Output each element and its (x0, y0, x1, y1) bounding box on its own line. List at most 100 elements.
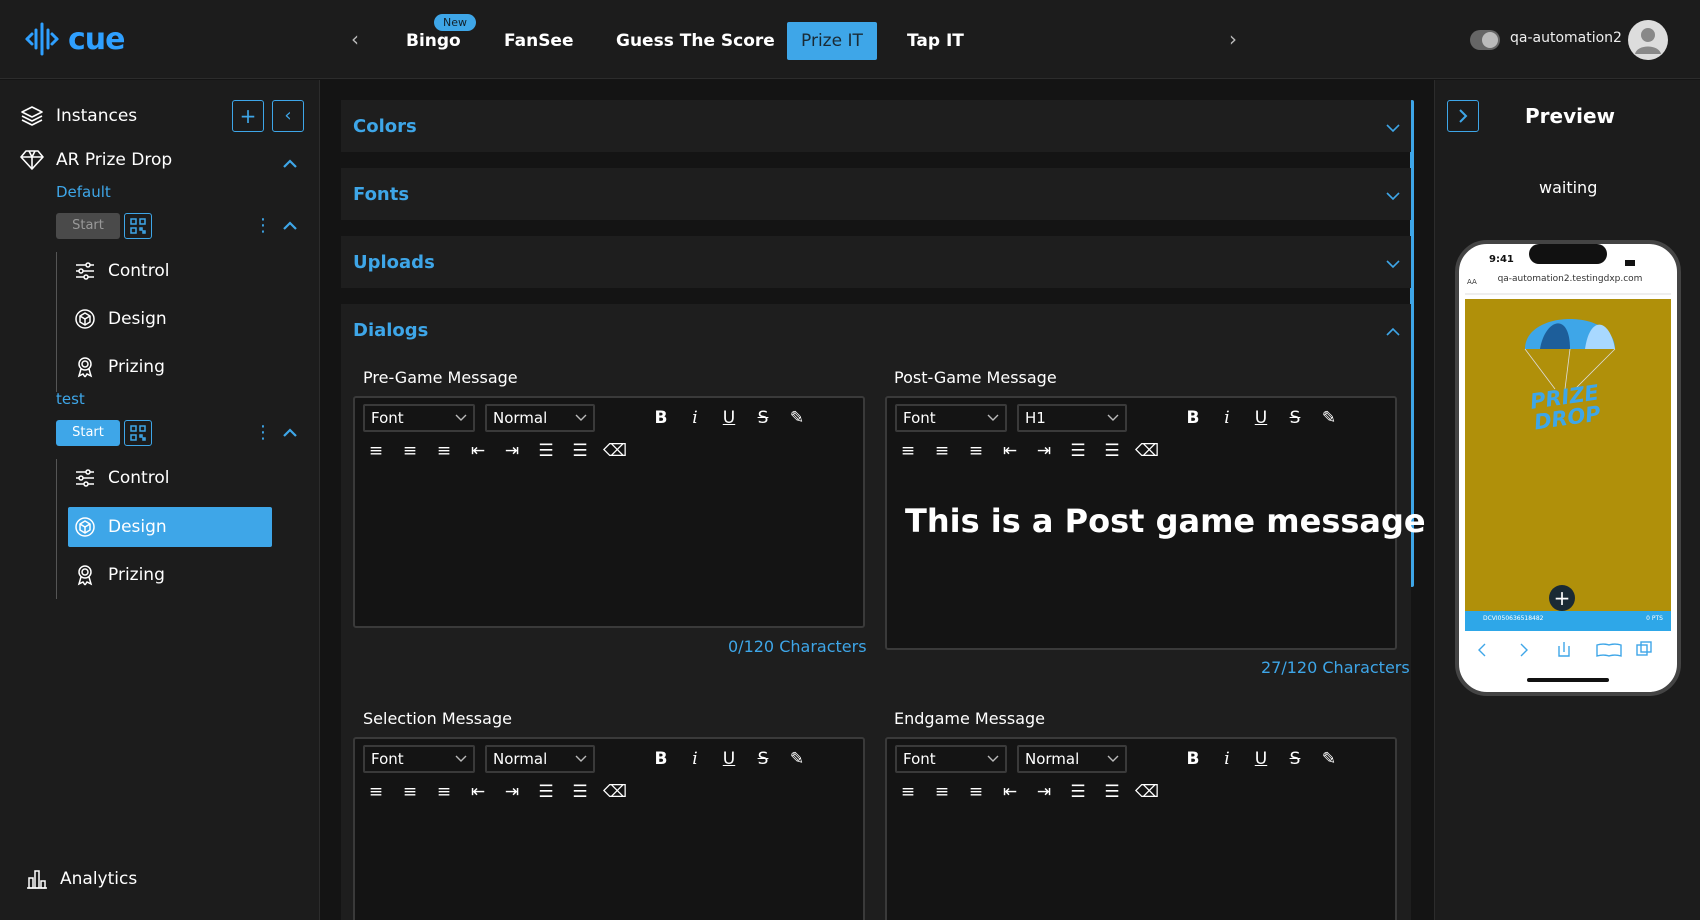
avatar[interactable] (1628, 20, 1668, 60)
size-select[interactable]: Normal (485, 745, 595, 773)
collapse-sidebar-button[interactable]: ‹ (272, 100, 304, 132)
post-game-message-text[interactable]: This is a Post game message (905, 502, 1426, 540)
align-right-icon[interactable]: ≡ (433, 440, 455, 462)
menu-item-design[interactable]: Design (68, 507, 272, 547)
bullet-list-icon[interactable]: ☰ (1101, 440, 1123, 462)
analytics-link[interactable]: Analytics (26, 868, 137, 890)
indent-icon[interactable]: ⇥ (1033, 781, 1055, 803)
strikethrough-icon[interactable]: S (752, 748, 774, 770)
outdent-icon[interactable]: ⇤ (467, 781, 489, 803)
start-button-default[interactable]: Start (56, 213, 120, 239)
align-center-icon[interactable]: ≡ (399, 781, 421, 803)
highlighter-icon[interactable]: ✎ (786, 748, 808, 770)
font-select[interactable]: Font (895, 745, 1007, 773)
align-left-icon[interactable]: ≡ (365, 440, 387, 462)
chevron-up-icon[interactable] (1385, 324, 1401, 340)
ordered-list-icon[interactable]: ☰ (1067, 440, 1089, 462)
section-fonts[interactable]: Fonts (341, 168, 1411, 220)
eraser-icon[interactable]: ⌫ (603, 781, 627, 803)
italic-icon[interactable]: i (1216, 407, 1238, 429)
strikethrough-icon[interactable]: S (1284, 407, 1306, 429)
game-row[interactable]: AR Prize Drop (20, 149, 172, 171)
menu-item-prizing[interactable]: Prizing (68, 555, 272, 595)
underline-icon[interactable]: U (718, 407, 740, 429)
expand-preview-button[interactable] (1447, 100, 1479, 132)
tab-guess-the-score[interactable]: Guess The Score (602, 22, 789, 60)
eraser-icon[interactable]: ⌫ (603, 440, 627, 462)
tab-bingo[interactable]: Bingo (392, 22, 475, 60)
bullet-list-icon[interactable]: ☰ (569, 440, 591, 462)
size-select[interactable]: H1 (1017, 404, 1127, 432)
nav-prev-arrow-icon[interactable]: ‹ (342, 26, 368, 52)
align-right-icon[interactable]: ≡ (433, 781, 455, 803)
highlighter-icon[interactable]: ✎ (1318, 407, 1340, 429)
tab-prize-it[interactable]: Prize IT (787, 22, 877, 60)
instance-name-test[interactable]: test (56, 390, 85, 408)
start-button-test[interactable]: Start (56, 420, 120, 446)
align-right-icon[interactable]: ≡ (965, 781, 987, 803)
add-instance-button[interactable]: + (232, 100, 264, 132)
tab-fansee[interactable]: FanSee (490, 22, 588, 60)
instance-name-default[interactable]: Default (56, 183, 111, 201)
bold-icon[interactable]: B (650, 748, 672, 770)
tab-tap-it[interactable]: Tap IT (893, 22, 978, 60)
bold-icon[interactable]: B (1182, 748, 1204, 770)
section-colors[interactable]: Colors (341, 100, 1411, 152)
qr-code-button-default[interactable] (124, 213, 152, 239)
section-title[interactable]: Dialogs (353, 320, 428, 341)
bullet-list-icon[interactable]: ☰ (1101, 781, 1123, 803)
bold-icon[interactable]: B (650, 407, 672, 429)
menu-item-prizing[interactable]: Prizing (68, 347, 272, 387)
highlighter-icon[interactable]: ✎ (786, 407, 808, 429)
align-left-icon[interactable]: ≡ (897, 440, 919, 462)
qr-code-button-test[interactable] (124, 420, 152, 446)
outdent-icon[interactable]: ⇤ (999, 440, 1021, 462)
theme-toggle[interactable] (1470, 30, 1500, 50)
align-center-icon[interactable]: ≡ (931, 440, 953, 462)
font-select[interactable]: Font (363, 745, 475, 773)
indent-icon[interactable]: ⇥ (501, 781, 523, 803)
menu-item-control[interactable]: Control (68, 251, 272, 291)
italic-icon[interactable]: i (684, 407, 706, 429)
font-select[interactable]: Font (895, 404, 1007, 432)
outdent-icon[interactable]: ⇤ (999, 781, 1021, 803)
cue-logo[interactable]: cue (24, 20, 125, 58)
more-options-icon[interactable]: ⋮ (254, 423, 272, 443)
ordered-list-icon[interactable]: ☰ (535, 440, 557, 462)
pre-game-editor[interactable]: Font Normal B i U S ✎ ≡ ≡ ≡ ⇤ ⇥ ☰ ☰ ⌫ (353, 396, 865, 628)
section-uploads[interactable]: Uploads (341, 236, 1411, 288)
chevron-up-icon[interactable] (280, 154, 300, 174)
more-options-icon[interactable]: ⋮ (254, 216, 272, 236)
size-select[interactable]: Normal (1017, 745, 1127, 773)
align-right-icon[interactable]: ≡ (965, 440, 987, 462)
italic-icon[interactable]: i (1216, 748, 1238, 770)
indent-icon[interactable]: ⇥ (501, 440, 523, 462)
chevron-up-icon[interactable] (280, 216, 300, 236)
post-game-editor[interactable]: Font H1 B i U S ✎ ≡ ≡ ≡ ⇤ ⇥ ☰ ☰ ⌫ This i… (885, 396, 1426, 650)
indent-icon[interactable]: ⇥ (1033, 440, 1055, 462)
italic-icon[interactable]: i (684, 748, 706, 770)
chevron-up-icon[interactable] (280, 423, 300, 443)
selection-editor[interactable]: Font Normal B i U S ✎ ≡ ≡ ≡ ⇤ ⇥ ☰ ☰ ⌫ (353, 737, 865, 920)
strikethrough-icon[interactable]: S (752, 407, 774, 429)
ordered-list-icon[interactable]: ☰ (535, 781, 557, 803)
ordered-list-icon[interactable]: ☰ (1067, 781, 1089, 803)
align-left-icon[interactable]: ≡ (365, 781, 387, 803)
eraser-icon[interactable]: ⌫ (1135, 440, 1159, 462)
bullet-list-icon[interactable]: ☰ (569, 781, 591, 803)
underline-icon[interactable]: U (718, 748, 740, 770)
size-select[interactable]: Normal (485, 404, 595, 432)
nav-next-arrow-icon[interactable]: › (1220, 26, 1246, 52)
font-select[interactable]: Font (363, 404, 475, 432)
eraser-icon[interactable]: ⌫ (1135, 781, 1159, 803)
underline-icon[interactable]: U (1250, 748, 1272, 770)
highlighter-icon[interactable]: ✎ (1318, 748, 1340, 770)
bold-icon[interactable]: B (1182, 407, 1204, 429)
endgame-editor[interactable]: Font Normal B i U S ✎ ≡ ≡ ≡ ⇤ ⇥ ☰ ☰ ⌫ (885, 737, 1397, 920)
align-center-icon[interactable]: ≡ (931, 781, 953, 803)
align-left-icon[interactable]: ≡ (897, 781, 919, 803)
underline-icon[interactable]: U (1250, 407, 1272, 429)
menu-item-design[interactable]: Design (68, 299, 272, 339)
strikethrough-icon[interactable]: S (1284, 748, 1306, 770)
align-center-icon[interactable]: ≡ (399, 440, 421, 462)
